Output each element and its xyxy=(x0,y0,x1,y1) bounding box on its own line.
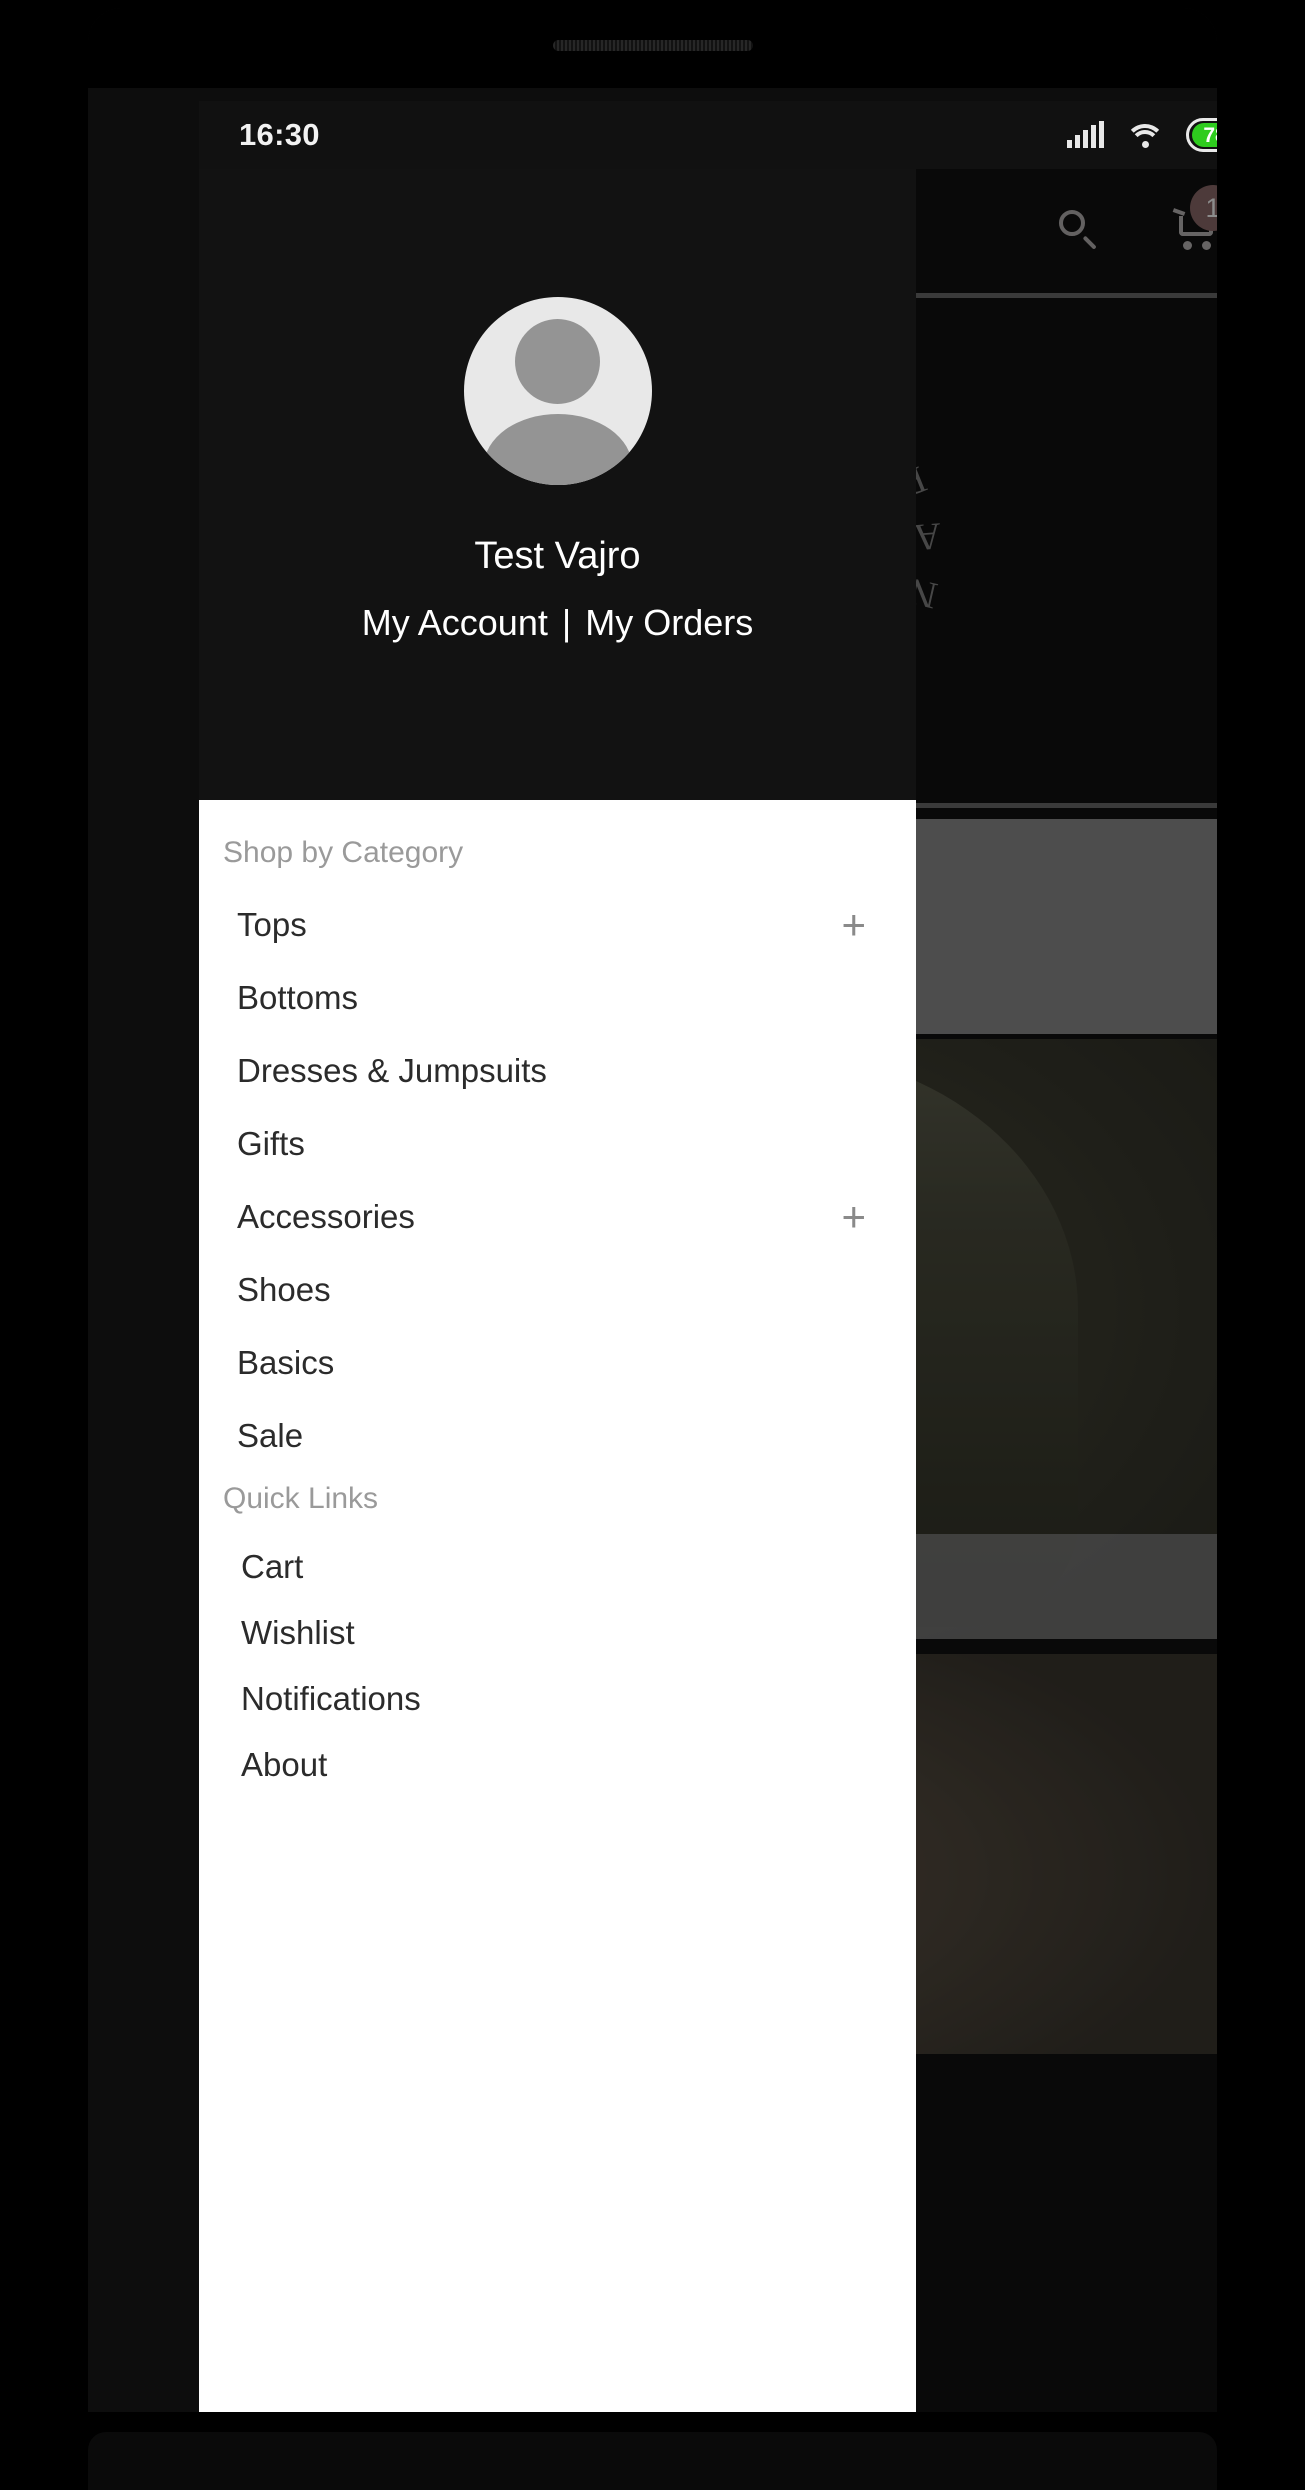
avatar-head-icon xyxy=(515,319,600,404)
expand-plus-icon[interactable]: + xyxy=(841,1195,866,1238)
status-bar: 16:30 78 xyxy=(199,101,1217,169)
section-title-shop-by-category: Shop by Category xyxy=(223,836,464,869)
navigation-drawer: Test Vajro My Account | My Orders Shop b… xyxy=(199,169,916,2421)
menu-item-label: Bottoms xyxy=(237,978,359,1016)
menu-item-shoes[interactable]: Shoes xyxy=(199,1253,916,1326)
avatar-body-icon xyxy=(483,414,632,485)
phone-screen: 16:30 78 xyxy=(199,101,1217,2421)
menu-item-tops[interactable]: Tops + xyxy=(199,888,916,961)
menu-item-label: Notifications xyxy=(241,1680,421,1717)
device-frame: 16:30 78 xyxy=(88,8,1217,2482)
menu-item-label: Wishlist xyxy=(241,1614,355,1651)
menu-item-label: Cart xyxy=(241,1548,304,1585)
menu-item-label: About xyxy=(241,1746,328,1783)
menu-item-sale[interactable]: Sale xyxy=(199,1399,916,1472)
menu-item-gifts[interactable]: Gifts xyxy=(199,1107,916,1180)
menu-item-label: Dresses & Jumpsuits xyxy=(237,1051,547,1089)
menu-item-label: Sale xyxy=(237,1416,304,1454)
menu-item-bottoms[interactable]: Bottoms xyxy=(199,961,916,1034)
menu-item-wishlist[interactable]: Wishlist xyxy=(199,1600,916,1666)
account-links: My Account | My Orders xyxy=(362,602,753,644)
menu-item-cart[interactable]: Cart xyxy=(199,1534,916,1600)
wifi-icon xyxy=(1125,122,1165,148)
menu-item-label: Shoes xyxy=(237,1270,331,1308)
avatar[interactable] xyxy=(463,297,652,485)
my-account-link[interactable]: My Account xyxy=(362,602,548,644)
battery-percent: 78 xyxy=(1192,123,1217,147)
section-title-quick-links: Quick Links xyxy=(223,1482,379,1515)
menu-item-label: Tops xyxy=(237,905,307,943)
speaker-grille xyxy=(553,40,753,51)
menu-item-dresses-jumpsuits[interactable]: Dresses & Jumpsuits xyxy=(199,1034,916,1107)
menu-item-label: Gifts xyxy=(237,1124,305,1162)
status-time: 16:30 xyxy=(239,117,320,152)
status-icons: 78 xyxy=(1067,118,1217,152)
links-separator: | xyxy=(561,602,572,643)
user-name: Test Vajro xyxy=(474,535,641,577)
menu-item-label: Accessories xyxy=(237,1197,415,1235)
menu-item-notifications[interactable]: Notifications xyxy=(199,1666,916,1732)
my-orders-link[interactable]: My Orders xyxy=(585,602,753,644)
drawer-header: Test Vajro My Account | My Orders xyxy=(199,169,916,800)
drawer-menu-list[interactable]: Shop by Category Tops + Bottoms Dresses … xyxy=(199,800,916,2421)
device-chin-strip xyxy=(88,2432,1217,2490)
expand-plus-icon[interactable]: + xyxy=(841,903,866,946)
battery-icon: 78 xyxy=(1186,118,1217,152)
menu-item-about[interactable]: About xyxy=(199,1732,916,1798)
menu-item-basics[interactable]: Basics xyxy=(199,1326,916,1399)
menu-item-label: Basics xyxy=(237,1343,335,1381)
signal-bars-icon xyxy=(1067,121,1104,148)
menu-item-accessories[interactable]: Accessories + xyxy=(199,1180,916,1253)
